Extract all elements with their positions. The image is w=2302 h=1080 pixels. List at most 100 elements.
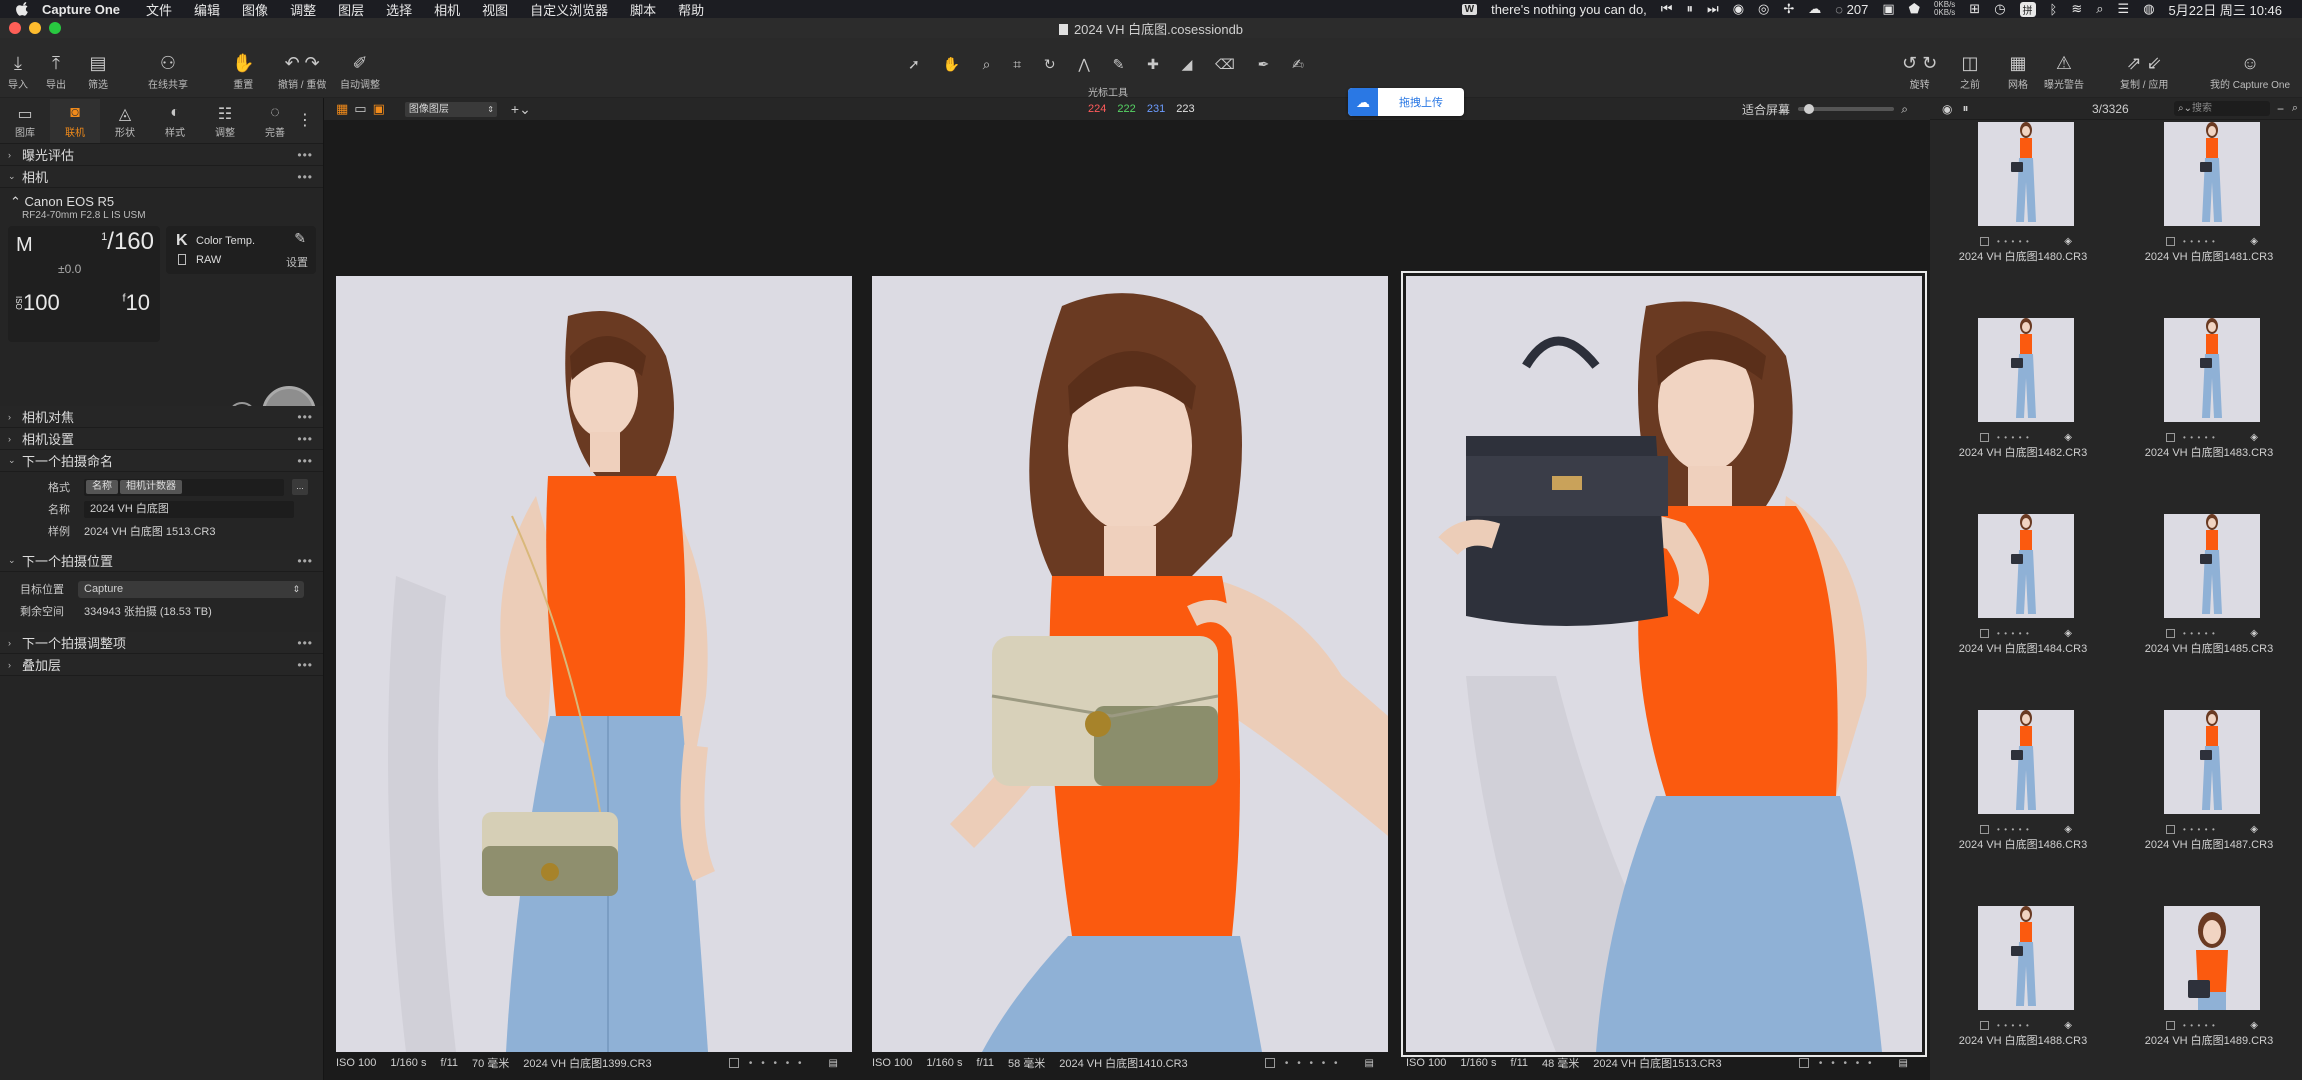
thumbnail-item[interactable]: • • • • • ◈ 2024 VH 白底图1487.CR3 bbox=[2116, 710, 2302, 906]
wps-icon[interactable]: W bbox=[1461, 3, 1478, 15]
menu-custom-browser[interactable]: 自定义浏览器 bbox=[530, 0, 608, 19]
thumbnail-item[interactable]: • • • • • ◈ 2024 VH 白底图1482.CR3 bbox=[1930, 318, 2116, 514]
menu-help[interactable]: 帮助 bbox=[678, 0, 704, 19]
undo-redo-button[interactable]: ↶ ↷ 撤销 / 重做 bbox=[278, 52, 326, 91]
tray-app-icon[interactable]: ▣ bbox=[1882, 1, 1894, 17]
more-icon[interactable]: ••• bbox=[297, 410, 313, 424]
rating-stars[interactable]: • • • • • bbox=[2183, 433, 2215, 442]
thumbnail-item[interactable]: • • • • • ◈ 2024 VH 白底图1483.CR3 bbox=[2116, 318, 2302, 514]
zoom-out-icon[interactable]: ⌕ bbox=[1781, 102, 1788, 117]
wifi-icon[interactable]: ≋ bbox=[2071, 1, 2082, 17]
clock[interactable]: 5月22日 周三 10:46 bbox=[2169, 0, 2282, 19]
annotation-icon[interactable]: ✍ bbox=[1292, 56, 1304, 73]
camera-settings-link[interactable]: 设置 bbox=[286, 254, 308, 270]
cloud-icon[interactable]: ☁ bbox=[1808, 1, 1821, 17]
thumbnail-item[interactable]: • • • • • ◈ 2024 VH 白底图1488.CR3 bbox=[1930, 906, 2116, 1080]
thumbnail-item[interactable]: • • • • • ◈ 2024 VH 白底图1485.CR3 bbox=[2116, 514, 2302, 710]
file-format[interactable]: RAW bbox=[196, 254, 221, 266]
menu-view[interactable]: 视图 bbox=[482, 0, 508, 19]
notification-count[interactable]: ◌ 207 bbox=[1835, 2, 1868, 17]
rating-stars[interactable]: • • • • • bbox=[2183, 237, 2215, 246]
tab-style[interactable]: ◐ 样式 bbox=[150, 99, 200, 143]
thumbnail-checkbox[interactable] bbox=[2166, 1021, 2175, 1030]
menu-select[interactable]: 选择 bbox=[386, 0, 412, 19]
section-exposure-evaluation[interactable]: › 曝光评估 ••• bbox=[0, 144, 323, 166]
target-select[interactable]: Capture ⇕ bbox=[78, 580, 304, 598]
viewer-image-3[interactable] bbox=[1401, 271, 1927, 1057]
thumbnail-smaller-icon[interactable]: − bbox=[2277, 102, 2284, 116]
thumbnail-checkbox[interactable] bbox=[2166, 433, 2175, 442]
rating-stars[interactable]: • • • • • bbox=[2183, 1021, 2215, 1030]
filter-button[interactable]: ▤ 筛选 bbox=[88, 52, 108, 91]
exposure-compensation[interactable]: ±0.0 bbox=[58, 262, 81, 276]
thumbnail-item[interactable]: • • • • • ◈ 2024 VH 白底图1486.CR3 bbox=[1930, 710, 2116, 906]
section-camera[interactable]: ⌄ 相机 ••• bbox=[0, 166, 323, 188]
color-tag-icon[interactable]: ▤ bbox=[1365, 1058, 1374, 1069]
iso-value[interactable]: ISO100 bbox=[14, 290, 60, 316]
more-icon[interactable]: ••• bbox=[297, 636, 313, 650]
menu-edit[interactable]: 编辑 bbox=[194, 0, 220, 19]
thumbnail-checkbox[interactable] bbox=[1980, 433, 1989, 442]
bluetooth-icon[interactable]: ᛒ bbox=[2050, 2, 2058, 17]
menu-scripts[interactable]: 脚本 bbox=[630, 0, 656, 19]
grid-tray-icon[interactable]: ⊞ bbox=[1969, 1, 1980, 17]
menu-adjust[interactable]: 调整 bbox=[290, 0, 316, 19]
format-more-button[interactable]: ... bbox=[292, 479, 308, 495]
viewer-image-1[interactable] bbox=[336, 276, 852, 1052]
tab-shape[interactable]: ◬ 形状 bbox=[100, 99, 150, 143]
rating-stars[interactable]: • • • • • bbox=[1997, 433, 2029, 442]
exposure-warning-button[interactable]: ⚠ 曝光警告 bbox=[2044, 52, 2084, 91]
more-icon[interactable]: ••• bbox=[297, 554, 313, 568]
pan-hand-icon[interactable]: ✋ bbox=[942, 56, 959, 73]
control-center-icon[interactable]: ☰ bbox=[2118, 1, 2130, 17]
proof-view-icon[interactable]: ▣ bbox=[373, 101, 385, 117]
rating-stars[interactable]: • • • • • bbox=[2183, 825, 2215, 834]
rating-stars[interactable]: • • • • • bbox=[749, 1058, 805, 1069]
stop-icon[interactable]: ◉ bbox=[1733, 1, 1744, 17]
reset-button[interactable]: ✋ 重置 bbox=[232, 52, 254, 91]
thumbnail-zoom-icon[interactable]: ⌕ bbox=[2292, 102, 2298, 115]
aperture-value[interactable]: f10 bbox=[122, 290, 150, 316]
search-icon[interactable]: ⌕ bbox=[2096, 1, 2103, 17]
eraser-icon[interactable]: ⌫ bbox=[1215, 56, 1235, 73]
more-icon[interactable]: ••• bbox=[297, 658, 313, 672]
rating-stars[interactable]: • • • • • bbox=[1997, 825, 2029, 834]
rating-stars[interactable]: • • • • • bbox=[1285, 1058, 1341, 1069]
camera-model[interactable]: ⌃ Canon EOS R5 bbox=[10, 194, 313, 210]
input-method-icon[interactable]: 拼 bbox=[2019, 1, 2036, 17]
tab-adjust[interactable]: ☷ 调整 bbox=[200, 99, 250, 143]
thumbnail-checkbox[interactable] bbox=[2166, 629, 2175, 638]
section-camera-settings[interactable]: › 相机设置 ••• bbox=[0, 428, 323, 450]
next-track-icon[interactable]: ⏭ bbox=[1707, 1, 1719, 17]
more-vertical-icon[interactable]: ⋮ bbox=[297, 110, 313, 130]
healing-icon[interactable]: ✚ bbox=[1147, 56, 1159, 73]
close-window-button[interactable] bbox=[9, 22, 21, 34]
add-layer-icon[interactable]: +⌄ bbox=[511, 101, 531, 118]
grid-button[interactable]: ▦ 网格 bbox=[2008, 52, 2028, 91]
siri-icon[interactable]: ◍ bbox=[2143, 1, 2154, 17]
fan-icon[interactable]: ✢ bbox=[1783, 1, 1794, 17]
section-next-capture-adjustments[interactable]: › 下一个拍摄调整项 ••• bbox=[0, 632, 323, 654]
menu-image[interactable]: 图像 bbox=[242, 0, 268, 19]
import-button[interactable]: ⤓ 导入 bbox=[8, 52, 28, 91]
more-icon[interactable]: ••• bbox=[297, 432, 313, 446]
brush-icon[interactable]: ✎ bbox=[1113, 56, 1125, 73]
rating-stars[interactable]: • • • • • bbox=[1819, 1058, 1875, 1069]
previous-track-icon[interactable]: ⏮ bbox=[1661, 1, 1673, 17]
camera-mode[interactable]: M bbox=[16, 234, 33, 257]
section-next-capture-naming[interactable]: ⌄ 下一个拍摄命名 ••• bbox=[0, 450, 323, 472]
color-tag-icon[interactable]: ▤ bbox=[829, 1058, 838, 1069]
rating-stars[interactable]: • • • • • bbox=[1997, 237, 2029, 246]
stopwatch-icon[interactable]: ◷ bbox=[1994, 1, 2005, 17]
select-cursor-icon[interactable]: ➚ bbox=[908, 56, 920, 73]
rating-stars[interactable]: • • • • • bbox=[2183, 629, 2215, 638]
app-menu[interactable]: Capture One bbox=[42, 2, 120, 17]
fullscreen-window-button[interactable] bbox=[49, 22, 61, 34]
before-after-button[interactable]: ◫ 之前 bbox=[1960, 52, 1980, 91]
single-view-icon[interactable]: ▭ bbox=[354, 101, 366, 117]
rating-stars[interactable]: • • • • • bbox=[1997, 629, 2029, 638]
menu-layers[interactable]: 图层 bbox=[338, 0, 364, 19]
keystone-icon[interactable]: ⋀ bbox=[1078, 56, 1089, 73]
tab-tethering[interactable]: ◙ 联机 bbox=[50, 99, 100, 143]
thumbnail-checkbox[interactable] bbox=[1980, 237, 1989, 246]
